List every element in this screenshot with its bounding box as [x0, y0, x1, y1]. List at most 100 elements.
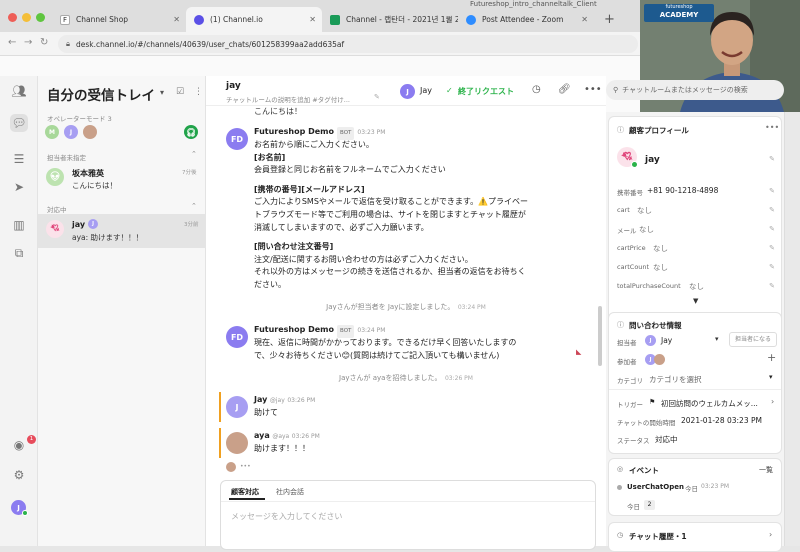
forward-arrow-icon[interactable]: →	[24, 37, 32, 48]
add-participant-button[interactable]: +	[767, 351, 776, 364]
chevron-right-icon[interactable]: ›	[771, 397, 774, 406]
more-icon[interactable]: •••	[765, 123, 779, 132]
online-status-dot	[631, 161, 638, 168]
open-section-label: 対応中	[47, 206, 67, 214]
more-icon[interactable]: •••	[584, 84, 602, 95]
check-all-icon[interactable]: ☑︎	[176, 87, 184, 97]
list-item[interactable]: 👽︎ 坂本雅英 こんにちは！ 7分後	[38, 162, 206, 196]
minimize-window-button[interactable]	[22, 13, 31, 22]
maximize-window-button[interactable]	[36, 13, 45, 22]
category-select[interactable]: カテゴリを選択	[649, 374, 702, 385]
chevron-down-icon[interactable]: ▾	[160, 88, 164, 97]
typing-avatar	[226, 462, 236, 472]
chat-description[interactable]: チャットルームの説明を追加 #タグ付け...	[226, 94, 350, 104]
participant-avatar	[654, 354, 665, 365]
tab-zoom[interactable]: Post Attendee - Zoom ✕	[458, 7, 594, 32]
edit-icon[interactable]: ✎	[769, 206, 775, 214]
message-composer: 顧客対応 社内会話 メッセージを入力してください	[220, 480, 596, 550]
tab-channel-shop[interactable]: F Channel Shop ✕	[52, 7, 186, 32]
edit-icon[interactable]: ✎	[769, 187, 775, 195]
plugin-icon[interactable]: ⧉	[10, 246, 28, 261]
message-body: 助けて	[254, 408, 278, 417]
chat-history-card[interactable]: ◷ チャット履歴・1 ›	[608, 522, 782, 552]
settings-gear-icon[interactable]: ⚙︎	[10, 468, 28, 482]
clock-icon[interactable]: ◷	[532, 84, 541, 95]
send-icon[interactable]: ➤	[10, 180, 28, 194]
chat-search-input[interactable]: ⚲ チャットルームまたはメッセージの検索	[606, 80, 784, 100]
complete-request-button[interactable]: 終了リクエスト	[458, 86, 514, 97]
chat-header: jay チャットルームの説明を追加 #タグ付け... ✎ J Jay ✓ 終了リ…	[206, 76, 606, 106]
collapse-icon[interactable]: ⌃	[191, 150, 197, 158]
notification-badge: 1	[27, 435, 36, 444]
system-message: Jayさんが ayaを招待しました。 03:26 PM	[339, 374, 473, 382]
edit-icon[interactable]: ✎	[769, 263, 775, 271]
academy-logo: futureshop ACADEMY	[644, 4, 714, 22]
tab-channel-spreadsheet[interactable]: Channel - 랩탄더 - 2021년 1월 2 ✕	[322, 7, 458, 32]
chat-inbox-icon[interactable]: 💬︎	[10, 114, 28, 132]
aya-avatar	[226, 432, 248, 454]
offscreen-panel-edge	[784, 112, 800, 546]
browser-toolbar: ← → ↻ 🔒︎ desk.channel.io/#/channels/4063…	[0, 32, 640, 56]
close-tab-icon[interactable]: ✕	[445, 15, 452, 24]
stats-icon[interactable]: ▥	[10, 218, 28, 232]
lock-icon: 🔒︎	[66, 39, 70, 48]
assignee-avatar[interactable]: J	[400, 84, 415, 99]
channel-io-favicon-icon	[194, 14, 204, 25]
channel-shop-favicon-icon: F	[60, 14, 70, 25]
operator-avatar[interactable]	[83, 125, 97, 139]
list-item-selected[interactable]: 💘︎ jay J aya: 助けます！！！ 3分前	[38, 214, 206, 248]
edit-icon[interactable]: ✎	[769, 225, 775, 233]
edit-icon[interactable]: ✎	[769, 282, 775, 290]
online-status-dot	[22, 510, 28, 516]
expand-down-icon[interactable]: ▼	[693, 297, 698, 305]
tab-customer-reply[interactable]: 顧客対応	[231, 487, 259, 497]
browser-tab-bar: Futureshop_intro_channeltalk_Client F Ch…	[0, 0, 640, 32]
tab-internal-chat[interactable]: 社内会話	[276, 487, 304, 497]
edit-icon[interactable]: ✎	[374, 93, 380, 101]
system-message: Jayさんが担当者を Jayに設定しました。 03:24 PM	[326, 303, 486, 311]
profile-panel: ⓘ 顧客プロフィール ••• 💘︎ jay ✎ 携帯番号 +81 90-1218…	[606, 112, 784, 552]
close-tab-icon[interactable]: ✕	[581, 15, 588, 24]
reload-icon[interactable]: ↻	[40, 37, 48, 48]
alien-avatar-icon: 👽︎	[46, 168, 64, 186]
headset-icon[interactable]: 🎧︎	[184, 125, 198, 139]
list-icon[interactable]: ☰	[10, 152, 28, 166]
info-icon: ⓘ	[617, 321, 624, 329]
assignee-mini-avatar: J	[88, 219, 98, 229]
active-tab-underline	[229, 498, 265, 500]
chat-scrollbar[interactable]	[598, 306, 602, 366]
link-icon[interactable]: 🔗︎	[558, 84, 571, 95]
collapse-icon[interactable]: ⌃	[191, 202, 197, 210]
event-list-link[interactable]: 一覧	[759, 465, 773, 475]
operator-avatar[interactable]: M	[45, 125, 59, 139]
chevron-down-icon[interactable]: ▾	[769, 373, 773, 381]
close-tab-icon[interactable]: ✕	[309, 15, 316, 24]
tab-channel-io[interactable]: (1) Channel.io ✕	[186, 7, 322, 32]
chat-panel: jay チャットルームの説明を追加 #タグ付け... ✎ J Jay ✓ 終了リ…	[206, 76, 606, 550]
operator-avatar[interactable]: J	[64, 125, 78, 139]
bot-avatar: FD	[226, 326, 248, 348]
edit-icon[interactable]: ✎	[769, 155, 775, 163]
chevron-down-icon[interactable]: ▾	[715, 335, 719, 343]
message-body: お名前から順にご入力ください。 [お名前] 会員登録と同じお名前をフルネームでご…	[254, 140, 529, 289]
seen-icon: ◣	[576, 348, 582, 356]
notification-icon[interactable]: ◉	[10, 438, 28, 452]
inquiry-info-card: ⓘ 問い合わせ情報 担当者 J Jay ▾ 担当者になる 参加者 J + カテゴ…	[608, 312, 782, 454]
heart-avatar-icon: 💘︎	[46, 220, 64, 238]
back-arrow-icon[interactable]: ←	[8, 37, 16, 48]
search-icon: ⚲	[613, 86, 619, 94]
become-assignee-button[interactable]: 担当者になる	[729, 332, 777, 347]
chevron-right-icon[interactable]: ›	[769, 530, 772, 539]
address-bar[interactable]: 🔒︎ desk.channel.io/#/channels/40639/user…	[58, 35, 638, 53]
new-tab-button[interactable]: +	[604, 12, 615, 27]
close-tab-icon[interactable]: ✕	[173, 15, 180, 24]
users-icon[interactable]: 👥︎	[10, 84, 28, 98]
message-input[interactable]: メッセージを入力してください	[231, 511, 342, 522]
message-body: 現在、返信に時間がかかっております。できるだけ早く回答いたしますの で、少々お待…	[254, 338, 517, 360]
inbox-title[interactable]: 自分の受信トレイ	[47, 84, 155, 104]
more-vertical-icon[interactable]: ⋮	[194, 87, 203, 97]
history-icon: ◷	[617, 531, 624, 539]
edit-icon[interactable]: ✎	[769, 244, 775, 252]
close-window-button[interactable]	[8, 13, 17, 22]
customer-profile-card: ⓘ 顧客プロフィール ••• 💘︎ jay ✎ 携帯番号 +81 90-1218…	[608, 116, 782, 322]
